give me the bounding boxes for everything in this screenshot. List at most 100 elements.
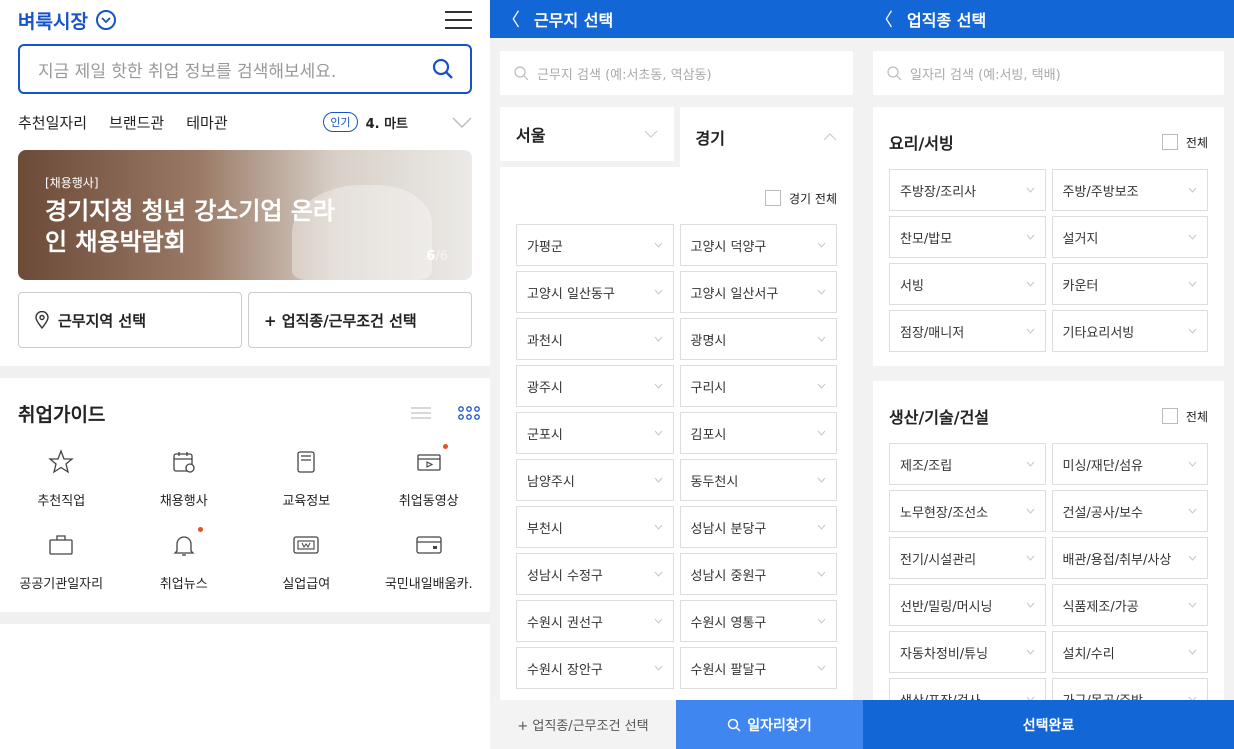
district-item[interactable]: 고양시 일산서구	[679, 271, 837, 313]
tab-recommended[interactable]: 추천일자리	[18, 112, 87, 133]
home-header: 벼룩시장	[0, 0, 490, 40]
job-type-item[interactable]: 노무현장/조선소	[889, 490, 1046, 532]
guide-item-learning-card[interactable]: 국민내일배움카.	[368, 529, 491, 612]
district-item[interactable]: 군포시	[516, 412, 674, 454]
guide-header: 취업가이드	[0, 378, 490, 430]
section-divider	[0, 366, 490, 378]
menu-icon[interactable]	[445, 11, 472, 29]
guide-item-label: 국민내일배움카.	[384, 577, 473, 592]
list-view-icon[interactable]	[410, 406, 432, 420]
checkbox[interactable]	[765, 190, 782, 206]
location-select-label: 근무지역 선택	[58, 311, 147, 330]
job-type-item[interactable]: 점장/매니저	[889, 310, 1046, 352]
district-item[interactable]: 고양시 일산동구	[516, 271, 674, 313]
district-item[interactable]: 수원시 영통구	[679, 600, 837, 642]
chevron-down-icon	[1188, 506, 1197, 517]
search-icon[interactable]	[432, 58, 454, 80]
district-item[interactable]: 수원시 장안구	[516, 647, 674, 689]
chevron-down-icon	[817, 334, 826, 345]
chevron-down-icon	[1188, 459, 1197, 470]
job-type-item[interactable]: 주방장/조리사	[889, 169, 1046, 211]
location-search-input[interactable]: 근무지 검색 (예:서초동, 역삼동)	[500, 51, 853, 95]
complete-button[interactable]: 선택완료	[863, 700, 1234, 749]
jobtype-title: 업직종 선택	[907, 11, 987, 30]
guide-item-public-jobs[interactable]: 공공기관일자리	[0, 529, 123, 612]
guide-item-video[interactable]: 취업동영상	[368, 444, 491, 529]
job-type-item[interactable]: 자동차정비/튜닝	[889, 631, 1046, 673]
location-select-button[interactable]: 근무지역 선택	[18, 292, 242, 348]
district-item[interactable]: 가평군	[516, 224, 674, 266]
guide-item-unemployment[interactable]: 실업급여	[245, 529, 368, 612]
district-item[interactable]: 성남시 중원구	[679, 553, 837, 595]
job-search-input[interactable]: 지금 제일 핫한 취업 정보를 검색해보세요.	[18, 44, 472, 94]
job-type-label: 배관/용접/취부/사상	[1062, 552, 1172, 568]
district-item[interactable]: 수원시 팔달구	[679, 647, 837, 689]
chevron-down-icon	[1026, 600, 1035, 611]
job-type-label: 카운터	[1062, 278, 1099, 294]
back-icon[interactable]: 〈	[502, 6, 520, 32]
job-type-item[interactable]: 전기/시설관리	[889, 537, 1046, 579]
guide-item-news[interactable]: 취업뉴스	[123, 527, 246, 612]
tab-theme[interactable]: 테마관	[186, 112, 227, 133]
jobtype-select-button[interactable]: + 업직종/근무조건 선택	[248, 292, 472, 348]
back-icon[interactable]: 〈	[875, 6, 893, 32]
checkbox[interactable]	[1161, 134, 1178, 150]
district-item[interactable]: 성남시 수정구	[516, 553, 674, 595]
district-item[interactable]: 광명시	[679, 318, 837, 360]
find-jobs-button[interactable]: 일자리찾기	[676, 700, 863, 749]
job-type-item[interactable]: 미싱/재단/섬유	[1051, 443, 1208, 485]
district-item[interactable]: 부천시	[516, 506, 674, 548]
chevron-down-icon[interactable]	[452, 117, 472, 128]
select-all[interactable]: 전체	[1161, 134, 1208, 151]
chevron-down-icon	[654, 240, 663, 251]
job-type-item[interactable]: 건설/공사/보수	[1051, 490, 1208, 532]
district-item[interactable]: 남양주시	[516, 459, 674, 501]
event-banner[interactable]: [채용행사] 경기지청 청년 강소기업 온라인 채용박람회 6/6	[18, 150, 472, 280]
job-type-item[interactable]: 식품제조/가공	[1051, 584, 1208, 626]
job-type-item[interactable]: 설거지	[1051, 216, 1208, 258]
district-item[interactable]: 수원시 권선구	[516, 600, 674, 642]
job-type-item[interactable]: 서빙	[889, 263, 1046, 305]
district-item[interactable]: 성남시 분당구	[679, 506, 837, 548]
select-all[interactable]: 전체	[1161, 408, 1208, 425]
chevron-down-icon	[1026, 553, 1035, 564]
district-item[interactable]: 광주시	[516, 365, 674, 407]
jobtype-search-input[interactable]: 일자리 검색 (예:서빙, 택배)	[873, 51, 1224, 95]
job-type-item[interactable]: 주방/주방보조	[1051, 169, 1208, 211]
district-label: 구리시	[690, 380, 727, 396]
region-seoul[interactable]: 서울	[500, 107, 674, 161]
job-type-label: 선반/밀링/머시닝	[900, 599, 993, 615]
guide-item-label: 취업동영상	[398, 494, 459, 509]
district-label: 과천시	[527, 333, 563, 349]
guide-item-hiring-event[interactable]: 채용행사	[123, 446, 246, 529]
job-type-item[interactable]: 제조/조립	[889, 443, 1046, 485]
district-item[interactable]: 고양시 덕양구	[679, 224, 837, 266]
district-item[interactable]: 김포시	[679, 412, 837, 454]
guide-item-recommended-job[interactable]: 추천직업	[0, 446, 123, 529]
job-type-item[interactable]: 배관/용접/취부/사상	[1051, 537, 1208, 579]
guide-item-education[interactable]: 교육정보	[245, 446, 368, 529]
district-item[interactable]: 과천시	[516, 318, 674, 360]
job-type-item[interactable]: 카운터	[1051, 263, 1208, 305]
chevron-down-icon	[1188, 232, 1197, 243]
district-item[interactable]: 구리시	[679, 365, 837, 407]
job-type-item[interactable]: 기타요리서빙	[1051, 310, 1208, 352]
jobtype-select-label: + 업직종/근무조건 선택	[264, 311, 417, 330]
popular-keyword[interactable]: 4. 마트	[366, 113, 408, 132]
grid-view-icon[interactable]	[458, 405, 480, 421]
job-type-label: 설거지	[1062, 231, 1099, 247]
checkbox[interactable]	[1161, 408, 1178, 424]
district-item[interactable]: 동두천시	[679, 459, 837, 501]
tab-brand[interactable]: 브랜드관	[109, 112, 164, 133]
brand-selector[interactable]: 벼룩시장	[18, 7, 116, 34]
job-type-item[interactable]: 찬모/밥모	[889, 216, 1046, 258]
chevron-down-icon	[1026, 232, 1035, 243]
jobtype-select-button[interactable]: + 업직종/근무조건 선택	[490, 700, 676, 749]
district-label: 김포시	[690, 427, 727, 443]
select-all-gyeonggi[interactable]: 경기 전체	[516, 187, 837, 209]
region-gyeonggi[interactable]: 경기	[679, 107, 853, 167]
job-type-label: 찬모/밥모	[900, 231, 953, 247]
chevron-down-icon	[817, 569, 826, 580]
job-type-item[interactable]: 선반/밀링/머시닝	[889, 584, 1046, 626]
job-type-item[interactable]: 설치/수리	[1051, 631, 1208, 673]
